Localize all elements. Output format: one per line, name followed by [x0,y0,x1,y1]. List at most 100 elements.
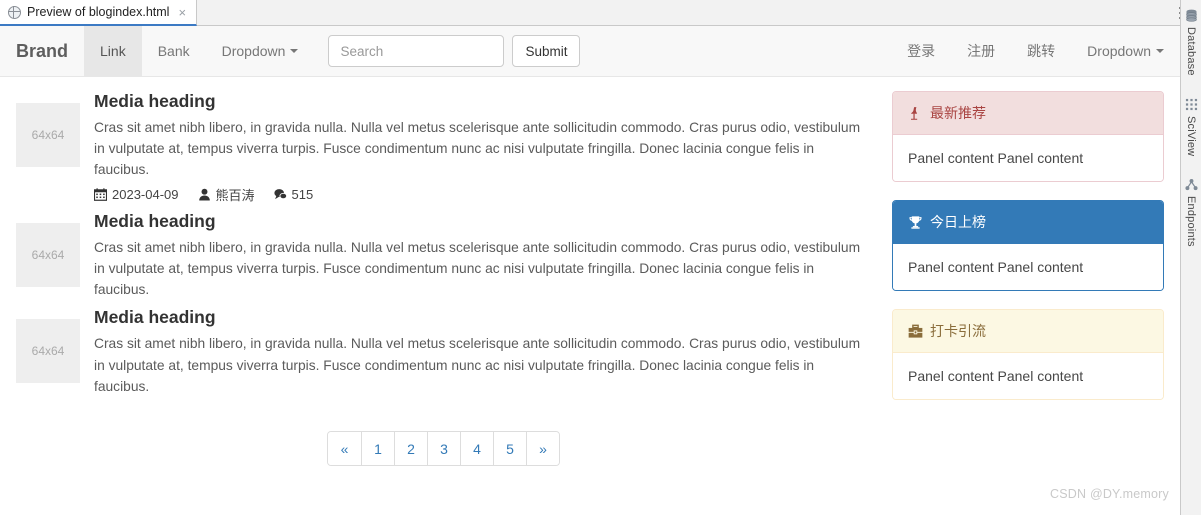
database-icon [1185,9,1197,22]
tool-button-sciview[interactable]: SciView [1185,95,1198,159]
nav-item-bank[interactable]: Bank [142,26,206,76]
list-item[interactable]: 64x64 Media heading Cras sit amet nibh l… [16,211,871,301]
panel-checkin-traffic-heading: 打卡引流 [893,310,1163,353]
list-item-heading[interactable]: Media heading [94,307,871,328]
pagination: « 1 2 3 4 5 » [327,431,560,467]
meta-comments: 515 [273,186,314,202]
nav-item-login-label: 登录 [907,43,936,59]
close-icon[interactable]: × [177,4,187,21]
pagination-page-5[interactable]: 5 [493,432,526,466]
briefcase-icon [908,324,923,338]
meta-author-value: 熊百涛 [215,187,255,203]
chevron-down-icon [290,49,299,53]
nav-item-link-label: Link [100,43,126,59]
calendar-icon [94,187,107,201]
comment-icon [273,188,287,199]
pagination-page-3[interactable]: 3 [427,432,460,466]
pagination-page-4-label: 4 [460,432,493,466]
preview-tab-label: Preview of blogindex.html [27,5,170,19]
chevron-down-icon [1156,49,1164,53]
nav-item-dropdown-left[interactable]: Dropdown [206,26,315,76]
submit-button[interactable]: Submit [512,35,581,67]
pagination-page-5-label: 5 [493,432,526,466]
navbar-search-form: Submit [314,26,594,76]
nav-item-bank-label: Bank [157,43,190,59]
tool-window-stripe: Database SciView Endpoints [1180,0,1201,515]
pagination-prev-label: « [328,432,361,466]
nav-item-register[interactable]: 注册 [951,26,1011,76]
sidebar-panels: 最新推荐 Panel content Panel content 今日上榜 Pa… [892,91,1164,466]
nav-item-jump[interactable]: 跳转 [1011,26,1071,76]
list-item-text: Cras sit amet nibh libero, in gravida nu… [94,336,861,394]
pagination-page-2-label: 2 [394,432,427,466]
trophy-icon [909,215,922,229]
pagination-next[interactable]: » [526,432,559,466]
meta-date: 2023-04-09 [94,187,179,202]
panel-today-ranking-body: Panel content Panel content [893,244,1163,290]
thumbnail-placeholder: 64x64 [16,103,80,167]
pagination-page-3-label: 3 [427,432,460,466]
meta-date-value: 2023-04-09 [112,186,179,202]
list-item[interactable]: 64x64 Media heading Cras sit amet nibh l… [16,91,871,204]
navbar-brand[interactable]: Brand [0,26,84,76]
thumbtack-icon [911,106,918,120]
nav-item-dropdown-left-label: Dropdown [221,43,286,59]
panel-checkin-traffic-title: 打卡引流 [930,323,986,339]
list-item-body: Media heading Cras sit amet nibh libero,… [94,211,871,301]
navbar-right-menu: 登录 注册 跳转 Dropdown [891,26,1180,76]
list-item-body: Media heading Cras sit amet nibh libero,… [94,307,871,397]
panel-latest-recommended: 最新推荐 Panel content Panel content [892,91,1164,182]
panel-today-ranking-title: 今日上榜 [930,214,986,230]
pagination-page-2[interactable]: 2 [394,432,427,466]
editor-tabbar: Preview of blogindex.html × [0,0,1201,26]
panel-checkin-traffic: 打卡引流 Panel content Panel content [892,309,1164,400]
list-item[interactable]: 64x64 Media heading Cras sit amet nibh l… [16,307,871,397]
list-item-body: Media heading Cras sit amet nibh libero,… [94,91,871,204]
endpoints-icon [1184,179,1198,191]
nav-item-dropdown-right-label: Dropdown [1087,43,1151,59]
panel-latest-recommended-body: Panel content Panel content [893,135,1163,181]
nav-item-register-label: 注册 [967,43,996,59]
list-item-text: Cras sit amet nibh libero, in gravida nu… [94,120,861,178]
ide-window: Preview of blogindex.html × Brand Link B… [0,0,1201,515]
nav-item-jump-label: 跳转 [1027,43,1056,59]
navbar-left-menu: Link Bank Dropdown [84,26,314,76]
panel-latest-recommended-title: 最新推荐 [930,105,986,121]
page-container: 64x64 Media heading Cras sit amet nibh l… [0,77,1180,467]
tool-button-endpoints-label: Endpoints [1185,196,1197,247]
tool-button-database[interactable]: Database [1185,6,1198,79]
list-item-meta: 2023-04-09 熊百涛 515 [94,185,871,204]
pagination-page-1[interactable]: 1 [361,432,394,466]
pagination-prev[interactable]: « [328,432,361,466]
meta-author: 熊百涛 [198,185,255,204]
panel-checkin-traffic-body: Panel content Panel content [893,353,1163,399]
list-item-text: Cras sit amet nibh libero, in gravida nu… [94,239,861,298]
meta-comments-value: 515 [291,186,314,202]
pagination-wrapper: « 1 2 3 4 5 » [16,431,871,467]
thumbnail-placeholder: 64x64 [16,319,80,384]
tabbar-empty-space [197,0,1167,25]
thumbnail-placeholder: 64x64 [16,222,80,287]
panel-today-ranking-heading: 今日上榜 [893,201,1163,244]
article-list: 64x64 Media heading Cras sit amet nibh l… [16,91,871,467]
nav-item-dropdown-right[interactable]: Dropdown [1071,26,1180,76]
tool-button-endpoints[interactable]: Endpoints [1184,175,1198,250]
panel-today-ranking: 今日上榜 Panel content Panel content [892,200,1164,291]
grid-icon [1185,98,1197,110]
globe-icon [8,5,21,19]
watermark: CSDN @DY.memory [1050,487,1169,501]
nav-item-login[interactable]: 登录 [891,26,951,76]
user-icon [198,188,210,201]
preview-tab[interactable]: Preview of blogindex.html × [0,0,198,26]
navbar: Brand Link Bank Dropdown Submit [0,26,1180,77]
tool-button-sciview-label: SciView [1185,115,1197,157]
pagination-next-label: » [526,432,559,466]
search-input[interactable] [328,35,505,67]
pagination-page-1-label: 1 [361,432,394,466]
list-item-heading[interactable]: Media heading [94,91,871,112]
list-item-heading[interactable]: Media heading [94,211,871,232]
nav-item-link[interactable]: Link [84,26,142,76]
pagination-page-4[interactable]: 4 [460,432,493,466]
panel-latest-recommended-heading: 最新推荐 [893,92,1163,135]
preview-content: Brand Link Bank Dropdown Submit [0,26,1180,515]
